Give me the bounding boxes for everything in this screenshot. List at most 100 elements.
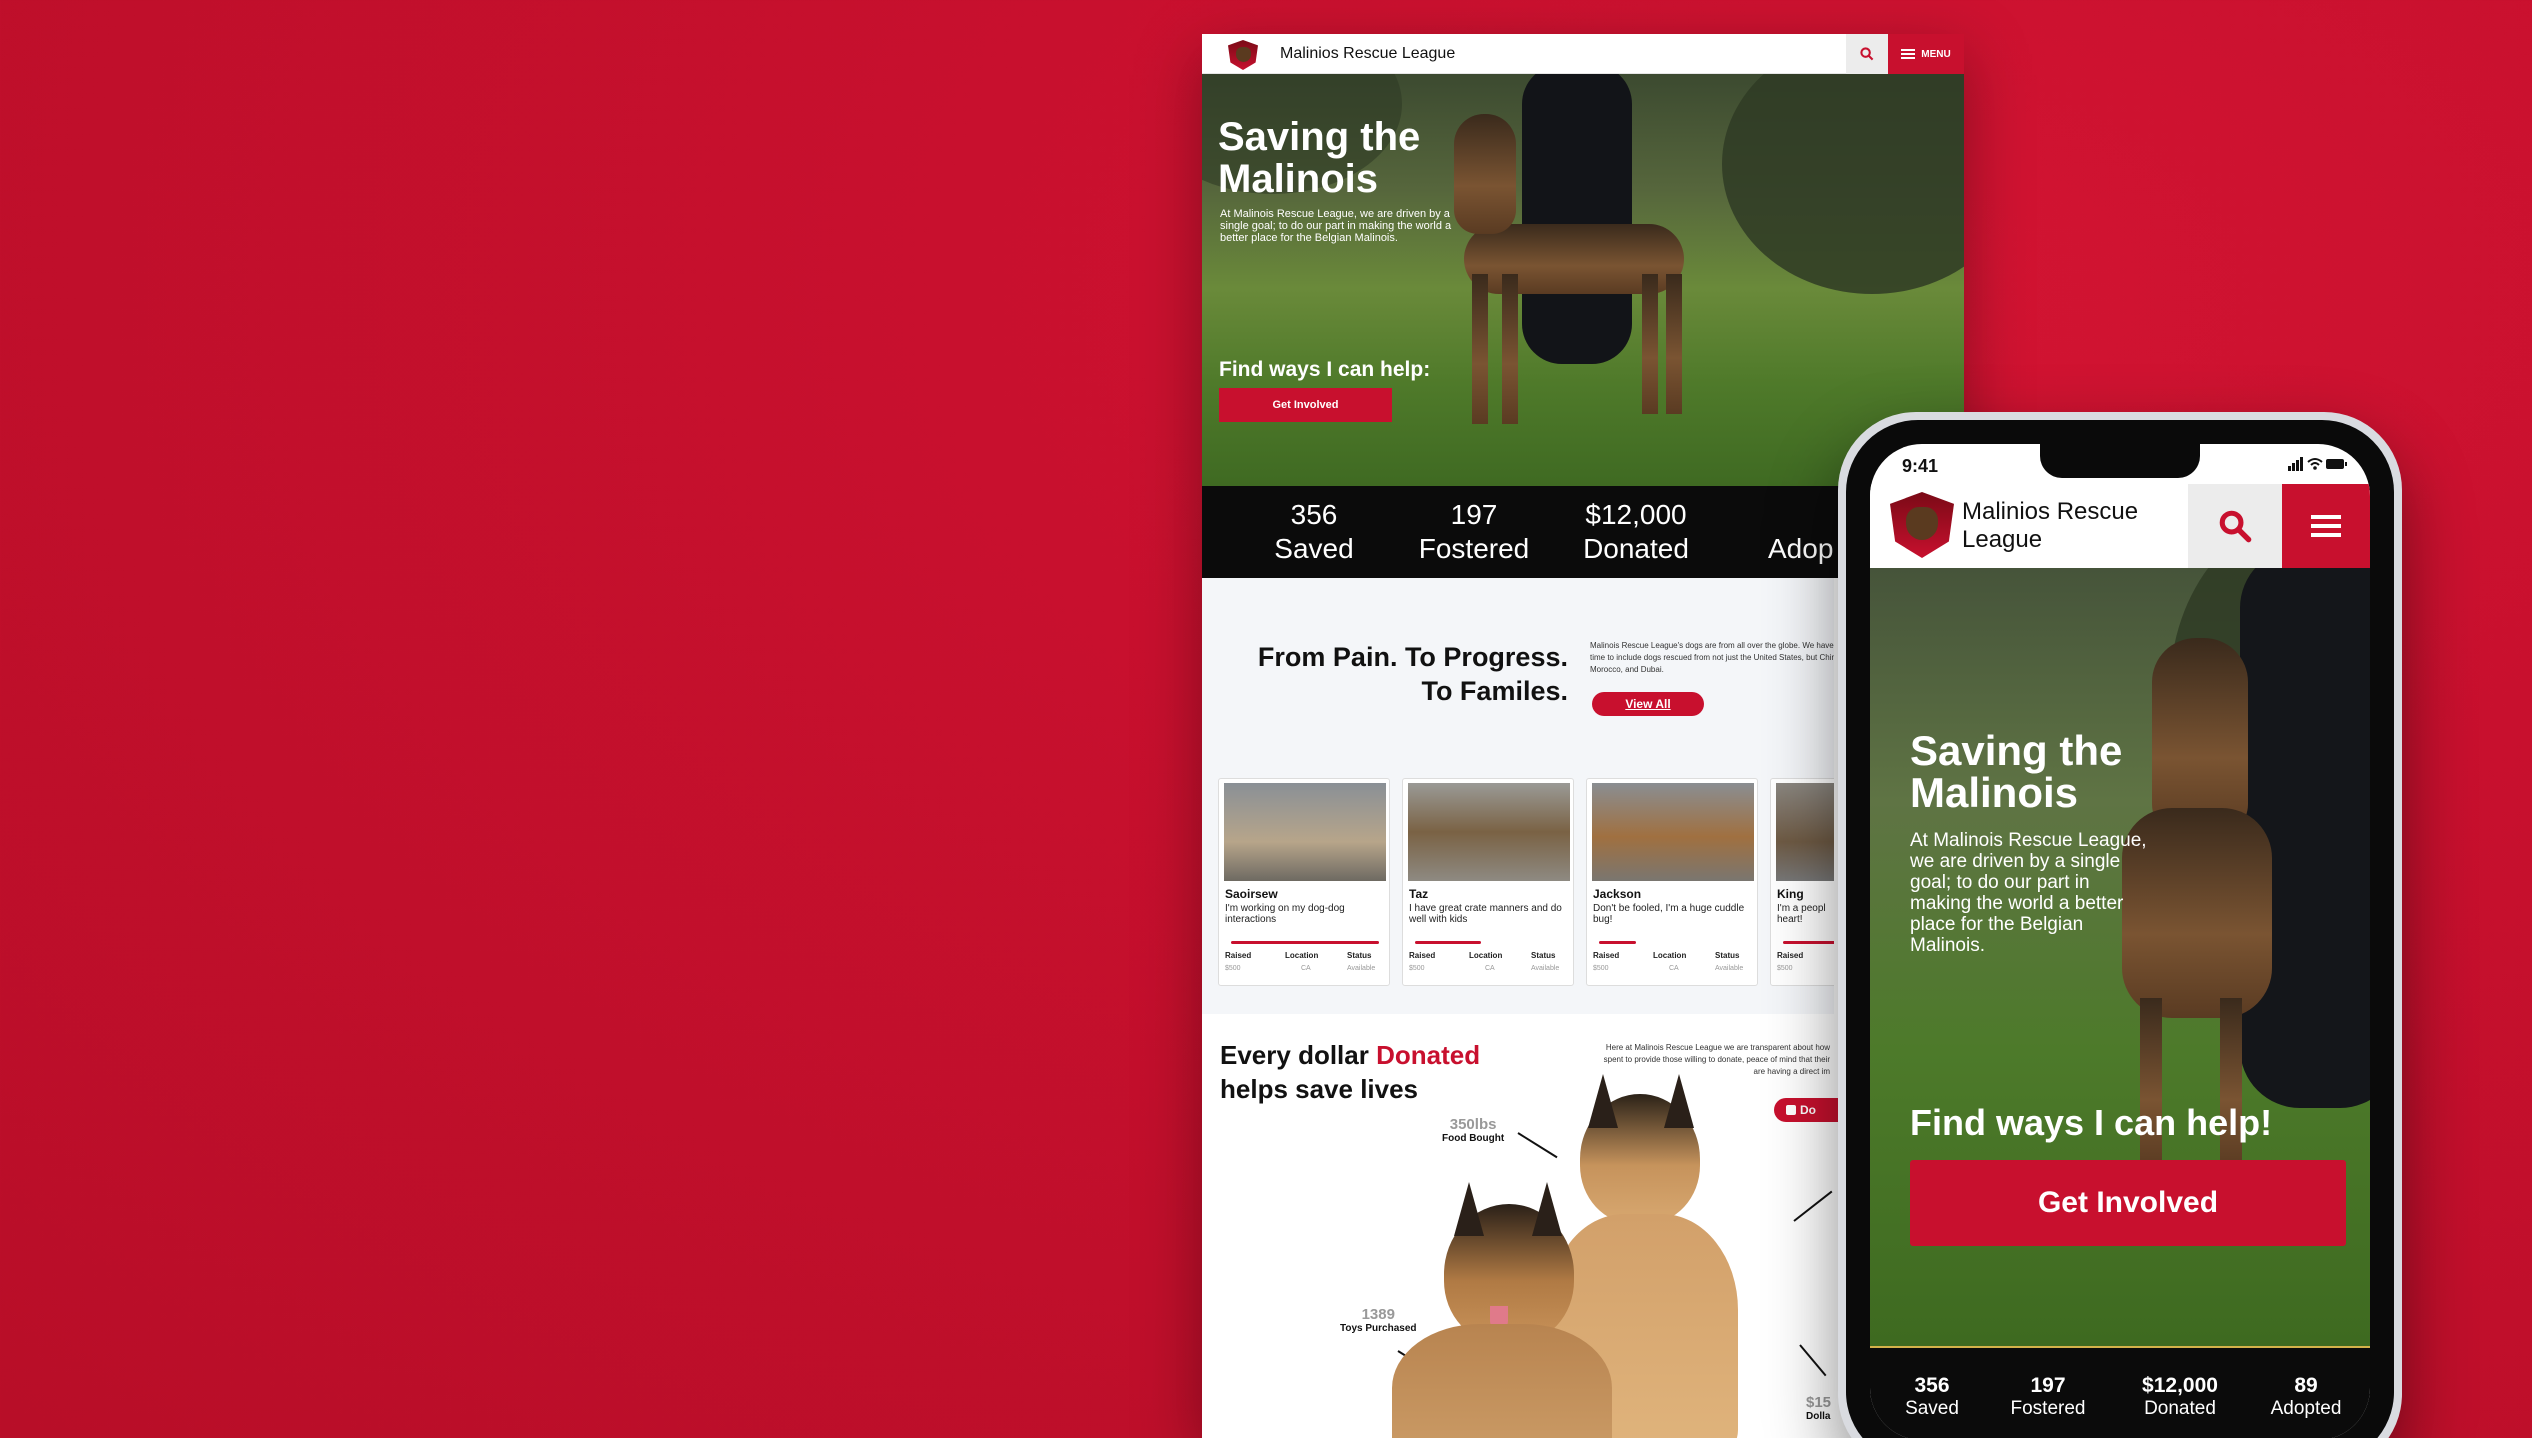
dog-photo	[1408, 783, 1570, 881]
hero-subtitle: At Malinois Rescue League, we are driven…	[1910, 830, 2147, 956]
site-brand[interactable]: Malinios Rescue League	[1280, 45, 1455, 63]
raised-value: $500	[1409, 965, 1425, 972]
menu-button[interactable]: MENU	[1888, 34, 1964, 74]
hero-dog-leg	[1502, 274, 1518, 424]
raised-label: Raised	[1593, 951, 1620, 960]
hero-find-label: Find ways I can help!	[1910, 1102, 2273, 1143]
status-value: Available	[1715, 965, 1744, 972]
hamburger-menu-icon	[2311, 515, 2341, 537]
fundraising-progress	[1599, 941, 1636, 944]
hero-dog-leg	[1666, 274, 1682, 414]
dog-desc: I'm working on my dog-dog interactions	[1225, 903, 1345, 925]
shield-logo-icon[interactable]	[1228, 40, 1258, 70]
stat-value: $12,000	[1585, 499, 1687, 530]
desktop-navbar: Malinios Rescue League MENU	[1202, 34, 1964, 74]
search-button[interactable]	[1846, 34, 1888, 74]
status-value: Available	[1347, 965, 1376, 972]
status-label: Status	[1347, 951, 1372, 960]
donation-title-highlight: Donated	[1376, 1040, 1481, 1070]
stat-label: Adopted	[2270, 1398, 2342, 1419]
hero-subtitle: At Malinois Rescue League, we are driven…	[1220, 208, 1452, 244]
location-label: Location	[1469, 951, 1503, 960]
hero-dog-leg	[1472, 274, 1488, 424]
stat-value: 197	[2030, 1374, 2066, 1397]
raised-label: Raised	[1409, 951, 1436, 960]
dog-photo	[1224, 783, 1386, 881]
dog-desc: I have great crate manners and do well w…	[1409, 903, 1562, 925]
menu-label: MENU	[1921, 48, 1951, 60]
location-label: Location	[1285, 951, 1319, 960]
stat-value: 197	[1450, 499, 1498, 530]
stat-fostered: 197 Fostered	[1404, 498, 1544, 566]
phone-hero-section: Saving the Malinois At Malinois Rescue L…	[1870, 568, 2370, 1348]
dog-card[interactable]: Saoirsew I'm working on my dog-dog inter…	[1218, 778, 1390, 986]
hero-find-label: Find ways I can help:	[1219, 358, 1431, 381]
raised-label: Raised	[1225, 951, 1252, 960]
stat-value: 89	[2294, 1374, 2318, 1397]
stat-label: Donated	[1583, 533, 1689, 564]
status-label: Status	[1715, 951, 1740, 960]
status-value: Available	[1531, 965, 1560, 972]
stat-donated: $12,000 Donated	[1566, 498, 1706, 566]
fundraising-progress	[1231, 941, 1379, 944]
stat-fostered: 197 Fostered	[1988, 1374, 2108, 1420]
hero-dog-leg	[1642, 274, 1658, 414]
search-icon	[1860, 47, 1874, 61]
stat-value: 356	[1914, 1374, 1950, 1397]
raised-value: $500	[1593, 965, 1609, 972]
fundraising-progress	[1415, 941, 1481, 944]
phone-screen: 9:41 Malinios Rescue League Saving the M…	[1870, 444, 2370, 1438]
dog-card[interactable]: Jackson Don't be fooled, I'm a huge cudd…	[1586, 778, 1758, 986]
dog-desc: I'm a peopl heart!	[1777, 903, 1826, 925]
get-involved-button[interactable]: Get Involved	[1910, 1160, 2346, 1246]
dog-name: King	[1777, 887, 1804, 901]
stat-label: Fostered	[1418, 533, 1530, 564]
section-text: Malinois Rescue League's dogs are from a…	[1590, 641, 1843, 674]
donation-title-prefix: Every dollar	[1220, 1040, 1377, 1070]
phone-bezel: 9:41 Malinios Rescue League Saving the M…	[1846, 420, 2394, 1438]
stat-saved: 356 Saved	[1244, 498, 1384, 566]
site-brand[interactable]: Malinios Rescue League	[1962, 498, 2152, 554]
raised-label: Raised	[1777, 951, 1804, 960]
menu-button[interactable]	[2282, 484, 2370, 568]
phone-stats-bar: 356 Saved 197 Fostered $12,000 Donated 8…	[1870, 1348, 2370, 1438]
donation-text: Here at Malinois Rescue League we are tr…	[1603, 1043, 1830, 1076]
dog-photo	[1592, 783, 1754, 881]
stat-saved: 356 Saved	[1872, 1374, 1992, 1420]
location-value: CA	[1485, 965, 1495, 972]
dog-name: Taz	[1409, 887, 1429, 901]
location-value: CA	[1669, 965, 1679, 972]
dog-name: Saoirsew	[1225, 887, 1278, 901]
status-icons	[2288, 457, 2347, 471]
hero-trees	[1722, 74, 1964, 294]
dog-desc: Don't be fooled, I'm a huge cuddle bug!	[1593, 903, 1745, 925]
search-icon	[2219, 510, 2252, 543]
hamburger-menu-icon	[1901, 49, 1916, 59]
dog-card[interactable]: Taz I have great crate manners and do we…	[1402, 778, 1574, 986]
phone-mockup: 9:41 Malinios Rescue League Saving the M…	[1838, 412, 2402, 1438]
phone-notch	[2040, 444, 2200, 478]
raised-value: $500	[1777, 965, 1793, 972]
hero-section: Saving the Malinois At Malinois Rescue L…	[1202, 74, 1964, 486]
stat-label: Saved	[1274, 533, 1354, 564]
get-involved-button[interactable]: Get Involved	[1219, 388, 1392, 422]
view-all-button[interactable]: View All	[1592, 692, 1704, 716]
status-label: Status	[1531, 951, 1556, 960]
stat-value: $12,000	[2142, 1374, 2218, 1397]
location-value: CA	[1301, 965, 1311, 972]
hero-title: Saving the Malinois	[1910, 727, 2123, 816]
shield-logo-icon[interactable]	[1890, 492, 1954, 558]
section-title: From Pain. To Progress. To Familes.	[1257, 642, 1568, 706]
stat-label: Fostered	[2010, 1398, 2086, 1419]
search-button[interactable]	[2188, 484, 2282, 568]
handler-legs	[1522, 74, 1632, 364]
stat-donated: $12,000 Donated	[2120, 1374, 2240, 1420]
hero-title: Saving the Malinois	[1218, 115, 1421, 201]
phone-navbar: Malinios Rescue League	[1870, 484, 2370, 568]
stat-label: Donated	[2144, 1398, 2216, 1419]
dog-name: Jackson	[1593, 887, 1642, 901]
location-label: Location	[1653, 951, 1687, 960]
raised-value: $500	[1225, 965, 1241, 972]
stat-adopted: 89 Adopted	[2246, 1374, 2366, 1420]
stat-label: Saved	[1905, 1398, 1959, 1419]
